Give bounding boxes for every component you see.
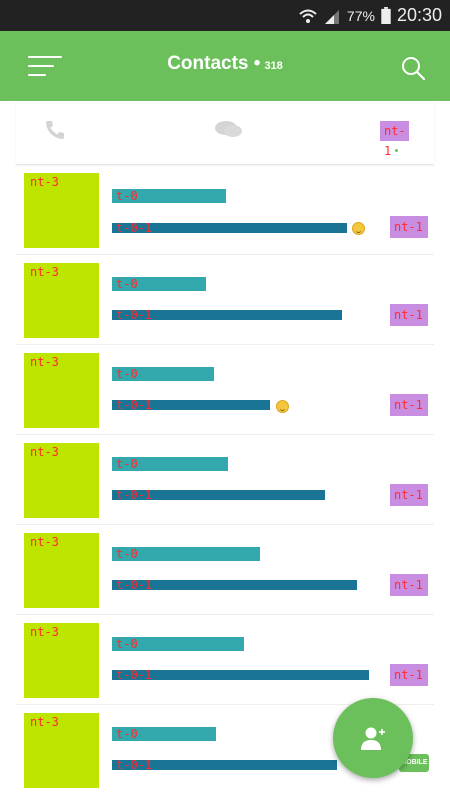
avatar: nt-3 (24, 353, 99, 428)
tab-tag-label: nt-1 (380, 121, 409, 158)
tab-phone[interactable] (44, 119, 84, 149)
smile-emoji-icon (352, 222, 365, 235)
title-text: Contacts (167, 53, 249, 74)
contact-row[interactable]: nt-3 t-0 t-0-1 nt-1 (16, 345, 434, 435)
status-bar: 77% 20:30 (0, 0, 450, 31)
contact-badge: nt-1 (390, 394, 428, 416)
filter-tabs: nt-1 (16, 101, 434, 165)
contact-row[interactable]: nt-3 t-0 t-0-1 nt-1 (16, 435, 434, 525)
contact-row[interactable]: nt-3 t-0 t-0-1 nt-1 (16, 525, 434, 615)
contact-count: 318 (264, 60, 283, 72)
contact-message: t-0-1 (112, 579, 357, 591)
cell-signal-icon (324, 9, 339, 24)
contact-row[interactable]: nt-3 t-0 t-0-1 nt-1 (16, 255, 434, 345)
contact-message: t-0-1 (112, 759, 337, 771)
contact-name: t-0 (112, 637, 244, 651)
contact-message: t-0-1 (112, 309, 342, 321)
avatar: nt-3 (24, 713, 99, 788)
contact-row[interactable]: nt-3 t-0 t-0-1 nt-1 (16, 165, 434, 255)
phone-icon (46, 121, 64, 139)
avatar: nt-3 (24, 623, 99, 698)
page-title: Contacts • 318 (0, 53, 450, 75)
contact-message: t-0-1 (112, 222, 347, 234)
avatar: nt-3 (24, 533, 99, 608)
clock: 20:30 (396, 5, 442, 25)
avatar: nt-3 (24, 443, 99, 518)
add-person-icon (361, 727, 385, 750)
contact-badge: nt-1 (390, 574, 428, 596)
contact-name: t-0 (112, 457, 228, 471)
contact-name: t-0 (112, 727, 216, 741)
title-dot: • (253, 53, 261, 74)
wifi-icon (299, 9, 317, 23)
tab-chat[interactable] (214, 119, 254, 149)
contact-message: t-0-1 (112, 489, 325, 501)
battery-percent: 77% (346, 7, 375, 24)
chat-icon (215, 121, 242, 137)
tab-tag[interactable]: nt-1 (380, 119, 420, 158)
battery-icon (381, 7, 391, 24)
search-icon (402, 57, 426, 81)
active-tab-indicator (395, 149, 398, 152)
contact-message: t-0-1 (112, 399, 270, 411)
contact-badge: nt-1 (390, 664, 428, 686)
contact-name: t-0 (112, 189, 226, 203)
contact-message: t-0-1 (112, 669, 369, 681)
sad-emoji-icon (276, 400, 289, 413)
contact-row[interactable]: nt-3 t-0 t-0-1 nt-1 (16, 615, 434, 705)
contact-badge: nt-1 (390, 484, 428, 506)
contact-name: t-0 (112, 547, 260, 561)
contact-name: t-0 (112, 367, 214, 381)
contact-badge: nt-1 (390, 216, 428, 238)
avatar: nt-3 (24, 173, 99, 248)
search-button[interactable] (400, 55, 426, 81)
avatar: nt-3 (24, 263, 99, 338)
add-contact-button[interactable] (333, 698, 413, 778)
contact-name: t-0 (112, 277, 206, 291)
app-bar: Contacts • 318 (0, 31, 450, 101)
contact-badge: nt-1 (390, 304, 428, 326)
